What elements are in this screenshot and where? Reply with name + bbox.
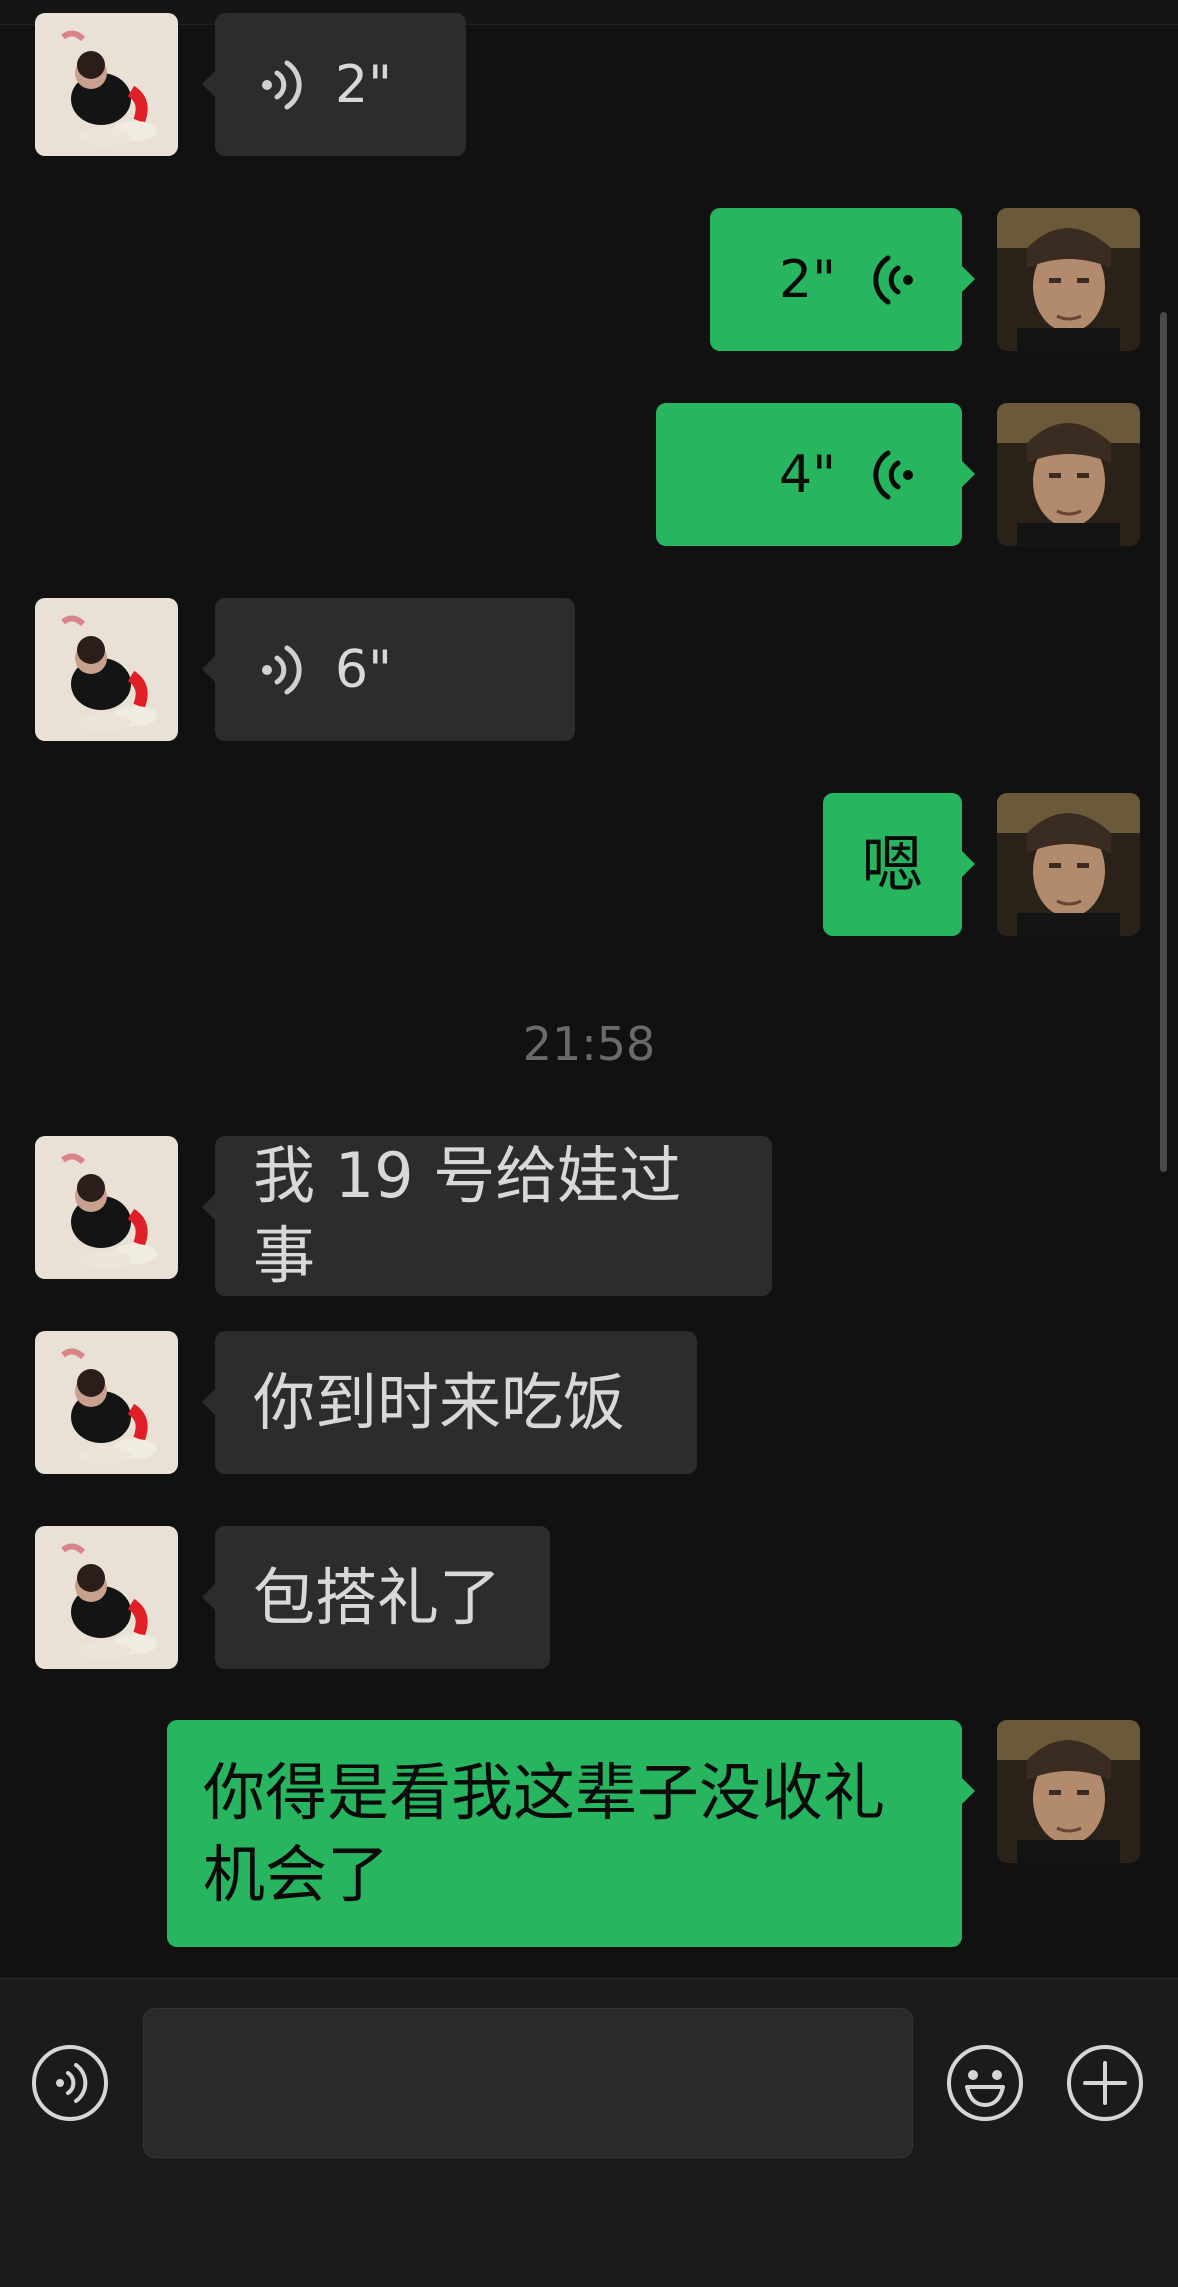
emoji-icon	[947, 2045, 1023, 2121]
message-text: 嗯	[861, 827, 924, 901]
chat-timestamp: 21:58	[522, 1017, 656, 1071]
voice-duration: 2"	[335, 54, 393, 115]
message-text-line: 你得是看我这辈子没收礼	[203, 1755, 886, 1829]
voice-message-bubble[interactable]: 4"	[656, 403, 975, 546]
voice-wave-icon	[253, 55, 313, 115]
contact-avatar[interactable]	[35, 598, 178, 741]
message-row: 4"	[0, 403, 1178, 546]
message-text: 我 19 号给娃过事	[253, 1139, 682, 1292]
emoji-button[interactable]	[945, 2043, 1025, 2123]
message-row: 2"	[0, 208, 1178, 351]
my-avatar[interactable]	[997, 403, 1140, 546]
contact-avatar[interactable]	[35, 13, 178, 156]
text-message-bubble[interactable]: 你到时来吃饭	[202, 1331, 697, 1474]
message-row: 你到时来吃饭	[0, 1331, 1178, 1474]
voice-wave-icon	[862, 445, 922, 505]
voice-message-bubble[interactable]: 6"	[202, 598, 575, 741]
voice-input-icon	[32, 2045, 108, 2121]
chat-scrollbar[interactable]	[1160, 312, 1167, 1172]
message-text: 包搭礼了	[253, 1560, 502, 1634]
voice-input-button[interactable]	[30, 2043, 110, 2123]
my-avatar[interactable]	[997, 1720, 1140, 1863]
voice-wave-icon	[253, 640, 313, 700]
message-input[interactable]	[143, 2008, 913, 2158]
message-row: 包搭礼了	[0, 1526, 1178, 1669]
voice-duration: 6"	[335, 639, 393, 700]
contact-avatar[interactable]	[35, 1136, 178, 1279]
message-row: 你得是看我这辈子没收礼 机会了	[0, 1720, 1178, 1947]
contact-avatar[interactable]	[35, 1331, 178, 1474]
message-composer	[0, 1978, 1178, 2287]
message-text-line: 机会了	[203, 1837, 390, 1911]
text-message-bubble[interactable]: 你得是看我这辈子没收礼 机会了	[167, 1720, 975, 1947]
text-message-bubble[interactable]: 我 19 号给娃过事	[202, 1136, 772, 1296]
text-message-bubble[interactable]: 嗯	[823, 793, 975, 936]
my-avatar[interactable]	[997, 793, 1140, 936]
plus-icon	[1067, 2045, 1143, 2121]
message-row: 2"	[0, 13, 1178, 156]
message-row: 嗯	[0, 793, 1178, 936]
voice-duration: 4"	[778, 444, 836, 505]
more-options-button[interactable]	[1065, 2043, 1145, 2123]
voice-wave-icon	[862, 250, 922, 310]
contact-avatar[interactable]	[35, 1526, 178, 1669]
message-row: 6"	[0, 598, 1178, 741]
voice-duration: 2"	[778, 249, 836, 310]
message-row: 我 19 号给娃过事	[0, 1136, 1178, 1296]
message-text: 你到时来吃饭	[253, 1365, 626, 1439]
chat-area[interactable]: 2" 2" 4" 6" 嗯 21:58 我 19 号给娃过事 你到时来吃饭 包搭…	[0, 0, 1178, 1978]
voice-message-bubble[interactable]: 2"	[710, 208, 975, 351]
voice-message-bubble[interactable]: 2"	[202, 13, 466, 156]
text-message-bubble[interactable]: 包搭礼了	[202, 1526, 550, 1669]
my-avatar[interactable]	[997, 208, 1140, 351]
